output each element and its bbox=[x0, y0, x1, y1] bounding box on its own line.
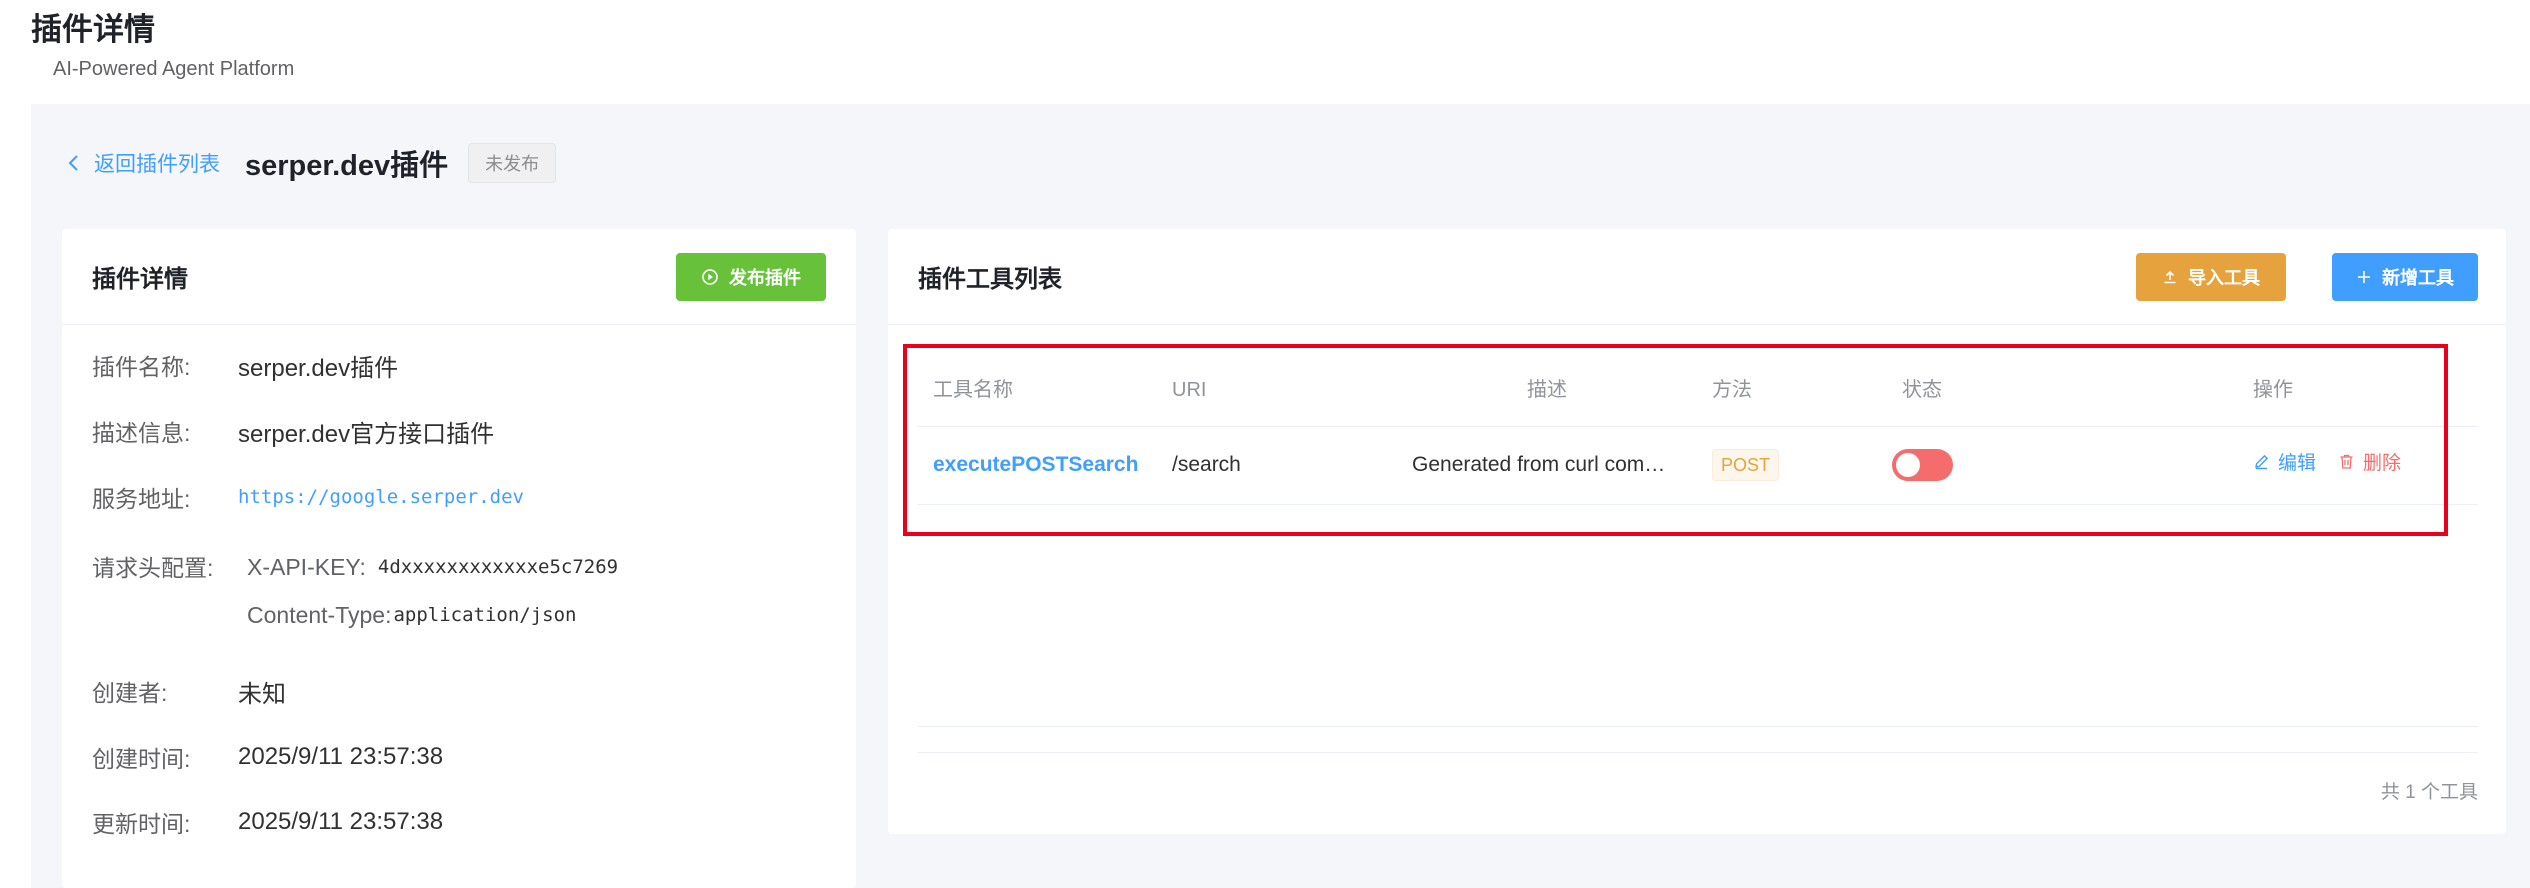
detail-row-headers: 请求头配置: bbox=[92, 549, 247, 585]
detail-row-name: 插件名称: serper.dev插件 bbox=[92, 347, 398, 383]
publish-plugin-label: 发布插件 bbox=[729, 267, 801, 288]
name-value: serper.dev插件 bbox=[238, 354, 399, 382]
name-label: 插件名称: bbox=[92, 354, 191, 380]
table-divider bbox=[918, 726, 2478, 727]
header-key: Content-Type: bbox=[247, 601, 392, 628]
header-value: application/json bbox=[393, 604, 577, 626]
breadcrumb: 返回插件列表 serper.dev插件 未发布 bbox=[64, 143, 557, 183]
table-divider bbox=[918, 752, 2478, 753]
plugin-detail-card: 插件详情 发布插件 插件名称: serper.dev插件 描述信息: serpe… bbox=[62, 229, 856, 888]
detail-row-service-url: 服务地址: https://google.serper.dev bbox=[92, 479, 524, 515]
header-entry: Content-Type: application/json bbox=[247, 597, 577, 633]
plugin-name-title: serper.dev插件 bbox=[245, 150, 449, 182]
updated-time-value: 2025/9/11 23:57:38 bbox=[238, 808, 444, 835]
plugin-detail-title: 插件详情 bbox=[92, 266, 188, 293]
tool-count-text: 共 1 个工具 bbox=[2380, 782, 2478, 803]
created-time-value: 2025/9/11 23:57:38 bbox=[238, 743, 444, 770]
detail-row-updated-time: 更新时间: 2025/9/11 23:57:38 bbox=[92, 804, 443, 840]
service-url-label: 服务地址: bbox=[92, 486, 191, 512]
page-header: 插件详情 bbox=[31, 8, 155, 52]
plugin-tools-title: 插件工具列表 bbox=[918, 266, 1062, 293]
add-tool-button[interactable]: 新增工具 bbox=[2332, 252, 2478, 301]
header-entry: X-API-KEY: 4dxxxxxxxxxxxxe5c7269 bbox=[247, 549, 618, 585]
headers-label: 请求头配置: bbox=[92, 555, 214, 581]
plugin-detail-header: 插件详情 发布插件 bbox=[62, 229, 856, 325]
chevron-left-icon bbox=[68, 155, 78, 171]
service-url-link[interactable]: https://google.serper.dev bbox=[238, 486, 524, 508]
creator-value: 未知 bbox=[238, 680, 286, 708]
status-badge: 未发布 bbox=[468, 143, 557, 183]
play-circle-icon bbox=[702, 268, 718, 285]
description-value: serper.dev官方接口插件 bbox=[238, 420, 495, 448]
back-to-plugin-list-link[interactable]: 返回插件列表 bbox=[64, 148, 220, 178]
description-label: 描述信息: bbox=[92, 420, 191, 446]
tools-actions: 导入工具 新增工具 bbox=[2136, 252, 2478, 301]
created-time-label: 创建时间: bbox=[92, 746, 191, 772]
add-tool-label: 新增工具 bbox=[2382, 267, 2454, 288]
header-value: 4dxxxxxxxxxxxxe5c7269 bbox=[377, 556, 619, 578]
page-title: 插件详情 bbox=[31, 12, 155, 47]
import-tool-label: 导入工具 bbox=[2188, 267, 2260, 288]
import-tool-button[interactable]: 导入工具 bbox=[2136, 252, 2286, 301]
header-key: X-API-KEY: bbox=[247, 553, 366, 580]
updated-time-label: 更新时间: bbox=[92, 811, 191, 837]
creator-label: 创建者: bbox=[92, 680, 168, 706]
page-subtitle: AI-Powered Agent Platform bbox=[53, 58, 295, 80]
detail-row-created-time: 创建时间: 2025/9/11 23:57:38 bbox=[92, 739, 443, 775]
upload-icon bbox=[2164, 270, 2176, 283]
plus-icon bbox=[2358, 270, 2370, 283]
plugin-tools-header: 插件工具列表 导入工具 新增工具 bbox=[888, 229, 2506, 325]
back-link-label: 返回插件列表 bbox=[94, 153, 220, 176]
publish-plugin-button[interactable]: 发布插件 bbox=[676, 252, 826, 301]
detail-row-description: 描述信息: serper.dev官方接口插件 bbox=[92, 413, 494, 449]
highlight-frame bbox=[903, 344, 2448, 536]
detail-row-creator: 创建者: 未知 bbox=[92, 673, 286, 709]
